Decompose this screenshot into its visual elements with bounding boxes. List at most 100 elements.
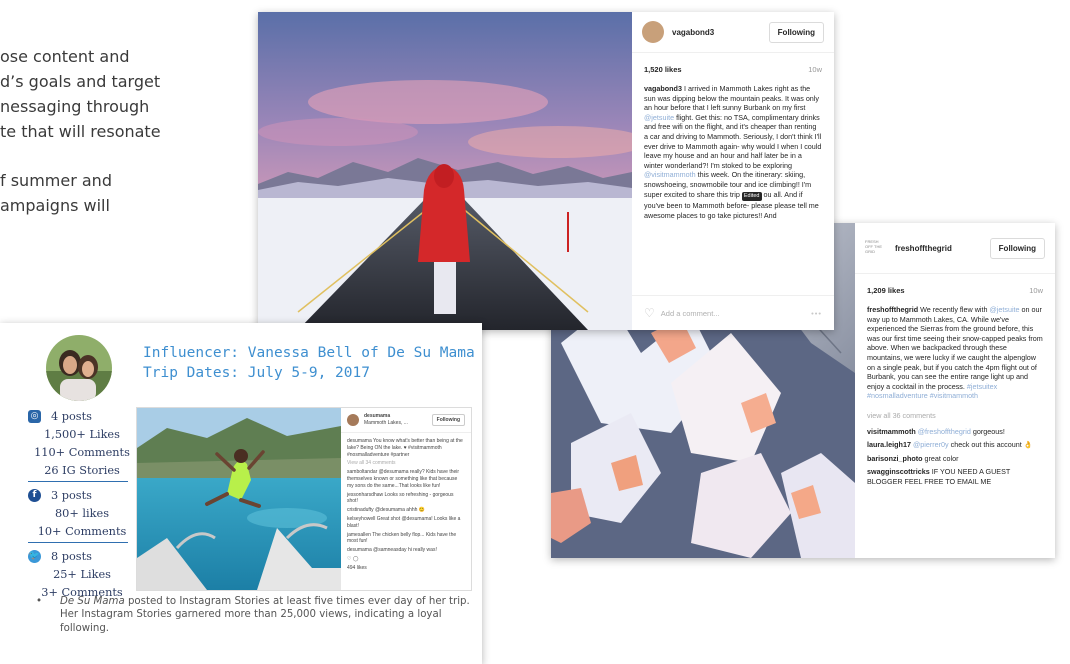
social-stats: ◎ 4 posts 1,500+ Likes 110+ Comments 26 I… (28, 407, 130, 607)
likes-count[interactable]: 1,520 likes (644, 65, 682, 74)
caption-username[interactable]: freshoffthegrid (867, 305, 918, 314)
embedded-view-all: View all 34 comments (347, 460, 396, 467)
username[interactable]: vagabond3 (672, 28, 769, 37)
embedded-post-body: desumama You know what's better than bei… (341, 433, 471, 579)
following-button[interactable]: Following (768, 21, 824, 43)
embedded-comment: samboltandar @desumama really? Kids have… (347, 469, 460, 489)
comment-list: view all 36 comments visitmammoth @fresh… (855, 405, 1055, 493)
caption-text: on our way up to Mammoth Lakes, CA. Whil… (867, 305, 1043, 391)
instagram-stats: ◎ 4 posts 1,500+ Likes 110+ Comments 26 I… (28, 407, 130, 482)
instagram-post-vagabond3: vagabond3 Following 1,520 likes 10w vaga… (258, 12, 834, 330)
post-details-panel: vagabond3 Following 1,520 likes 10w vaga… (632, 12, 834, 330)
comment-username[interactable]: barisonzi_photo (867, 454, 923, 463)
embedded-following-button: Following (431, 413, 465, 427)
influencer-name: De Su Mama (60, 596, 125, 607)
user-avatar (347, 414, 359, 426)
slide-body-text: ose content and d’s goals and target nes… (0, 44, 250, 218)
embedded-username: desumama (364, 413, 391, 420)
post-photo-road-sunset[interactable] (258, 12, 632, 330)
slide-text-line: f summer and (0, 171, 112, 190)
slide-text-line: d’s goals and target (0, 72, 161, 91)
embedded-comment: kelseyhowell Great shot @desumama! Looks… (347, 515, 461, 529)
caption-username[interactable]: vagabond3 (644, 84, 682, 93)
post-header: FRESH OFF THE GRID freshoffthegrid Follo… (855, 223, 1055, 274)
heart-icon: ♡ (347, 555, 352, 562)
stat-line: 🐦 8 posts (28, 547, 128, 565)
trip-dates-heading: Trip Dates: July 5-9, 2017 (143, 365, 370, 381)
slide-text-line: ose content and (0, 47, 130, 66)
comment-username[interactable]: visitmammoth (867, 427, 916, 436)
instagram-comments: 110+ Comments (34, 445, 130, 459)
post-photo-lake-jump (137, 408, 341, 590)
influencer-avatar (46, 335, 112, 401)
stat-line: 26 IG Stories (36, 461, 128, 479)
comment-text: check out this account 👌 (948, 440, 1033, 450)
mention-link[interactable]: @jetsuite (989, 305, 1019, 314)
comment-text: gorgeous! (970, 426, 1005, 436)
mention-link[interactable]: @freshoffthegrid (918, 427, 971, 436)
comment: laura.leigh17 @pierrer0y check out this … (867, 440, 1043, 450)
likes-count[interactable]: 1,209 likes (867, 286, 905, 295)
bullet-dot: • (36, 596, 43, 607)
heart-icon[interactable]: ♡ (644, 306, 655, 320)
comment: barisonzi_photo great color (867, 454, 1043, 464)
facebook-posts: 3 posts (51, 488, 92, 502)
instagram-posts: 4 posts (51, 409, 92, 423)
comment-icon: ◯ (352, 555, 359, 562)
comment: visitmammoth @freshoffthegrid gorgeous! (867, 427, 1043, 437)
twitter-icon: 🐦 (28, 549, 41, 563)
comment-username[interactable]: swagginscottricks (867, 467, 930, 476)
facebook-likes: 80+ likes (55, 506, 109, 520)
following-button[interactable]: Following (989, 237, 1045, 259)
embedded-likes: 494 likes (347, 564, 367, 571)
mention-link[interactable]: @visitmammoth (644, 170, 696, 179)
embedded-actions: ♡ ◯ (347, 556, 465, 563)
embedded-comment: desumama @samneasday hi really was! (347, 547, 437, 554)
comment-bar: ♡ Add a comment... ••• (632, 295, 834, 330)
facebook-stats: f 3 posts 80+ likes 10+ Comments (28, 486, 128, 543)
embedded-post-details: desumama Mammoth Lakes, ... Following de… (341, 408, 471, 590)
username[interactable]: freshoffthegrid (895, 244, 990, 253)
post-header: vagabond3 Following (632, 12, 834, 53)
comment-input[interactable]: Add a comment... (661, 309, 811, 318)
user-avatar[interactable] (642, 21, 664, 43)
mention-link[interactable]: @pierrer0y (913, 440, 949, 449)
embedded-instagram-post: desumama Mammoth Lakes, ... Following de… (136, 407, 472, 591)
likes-row: 1,520 likes 10w (632, 53, 834, 80)
report-bullet-point: • De Su Mama posted to Instagram Stories… (36, 595, 472, 635)
embedded-comment: cristinadufty @desumama ahhh 😊 (347, 507, 426, 514)
facebook-comments: 10+ Comments (37, 524, 127, 538)
stat-line: 1,500+ Likes (36, 425, 128, 443)
facebook-icon: f (28, 488, 41, 502)
stat-line: ◎ 4 posts (28, 407, 128, 425)
twitter-posts: 8 posts (51, 549, 92, 563)
report-title: Influencer: Vanessa Bell of De Su Mama T… (143, 343, 475, 383)
post-age: 10w (1029, 286, 1043, 295)
post-caption: vagabond3 I arrived in Mammoth Lakes rig… (632, 80, 834, 224)
caption-text: We recently flew with (918, 305, 990, 314)
stat-line: 10+ Comments (36, 522, 128, 540)
bullet-text: De Su Mama posted to Instagram Stories a… (60, 595, 472, 635)
slide-text-line: nessaging through (0, 97, 150, 116)
instagram-icon: ◎ (28, 409, 41, 423)
influencer-report-card: Influencer: Vanessa Bell of De Su Mama T… (0, 323, 482, 664)
instagram-stories: 26 IG Stories (44, 463, 120, 477)
embedded-caption: desumama You know what's better than bei… (347, 438, 463, 458)
twitter-likes: 25+ Likes (53, 567, 111, 581)
stat-line: 110+ Comments (34, 443, 130, 461)
embedded-comment: jessonharsdhaw Looks so refreshing - gor… (347, 491, 454, 505)
more-options-icon[interactable]: ••• (811, 309, 822, 318)
embedded-comment: jamesallen The chicken belly flop... Kid… (347, 531, 457, 545)
embedded-post-header: desumama Mammoth Lakes, ... Following (341, 408, 471, 433)
post-details-panel: FRESH OFF THE GRID freshoffthegrid Follo… (855, 223, 1055, 558)
stat-line: 80+ likes (36, 504, 128, 522)
embedded-user: desumama Mammoth Lakes, ... (364, 413, 432, 427)
view-all-comments-link[interactable]: view all 36 comments (867, 411, 1043, 421)
comment: swagginscottricks IF YOU NEED A GUEST BL… (867, 467, 1043, 486)
comment-username[interactable]: laura.leigh17 (867, 440, 911, 449)
slide-text-line: ampaigns will (0, 196, 110, 215)
mention-link[interactable]: @jetsuite (644, 113, 674, 122)
freshoffthegrid-logo[interactable]: FRESH OFF THE GRID (865, 239, 887, 257)
likes-row: 1,209 likes 10w (855, 274, 1055, 301)
instagram-likes: 1,500+ Likes (44, 427, 120, 441)
